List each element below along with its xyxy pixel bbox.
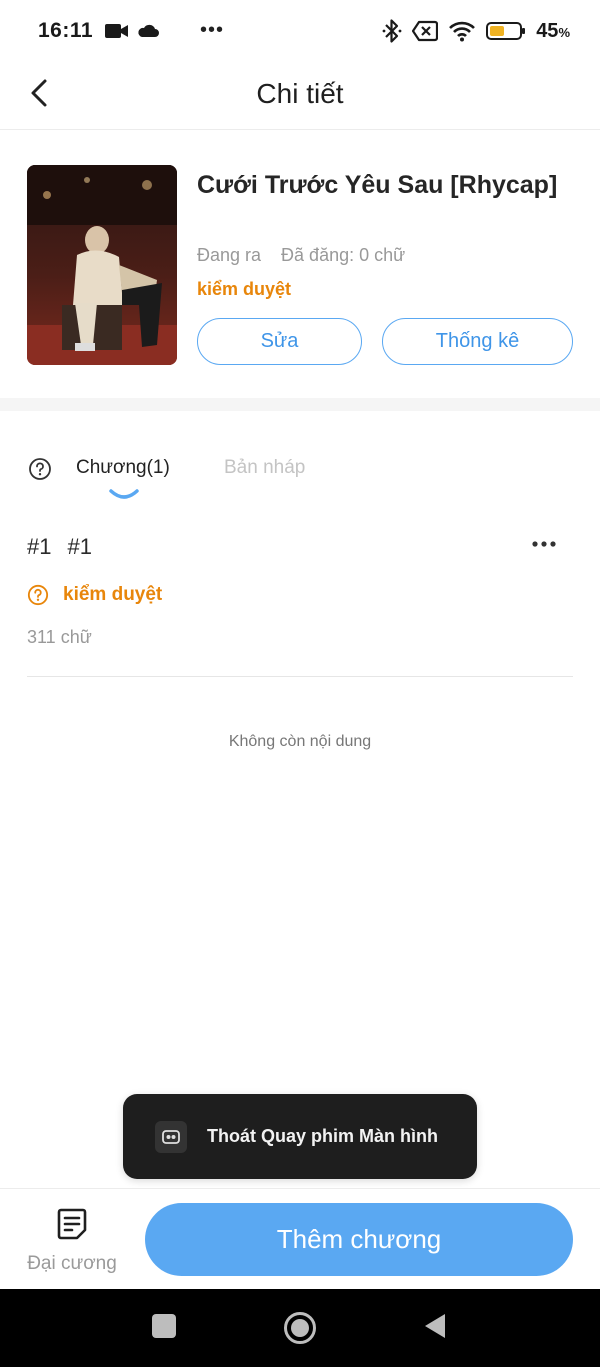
wifi-icon <box>449 21 476 42</box>
battery-icon <box>486 22 526 40</box>
page-title: Chi tiết <box>256 78 344 109</box>
book-title: Cưới Trước Yêu Sau [Rhycap] <box>197 171 558 199</box>
help-icon[interactable] <box>28 457 52 481</box>
recent-apps-icon[interactable] <box>150 1312 178 1340</box>
list-end-text: Không còn nội dung <box>228 733 372 750</box>
edit-button[interactable]: Sửa <box>197 318 362 365</box>
add-chapter-button[interactable]: Thêm chương <box>145 1203 573 1276</box>
tab-active-indicator <box>109 489 139 499</box>
tab-chapters[interactable]: Chương(1) <box>76 457 170 479</box>
chapter-word-count: 311 chữ <box>27 627 92 647</box>
more-notifications-icon: ••• <box>200 19 225 41</box>
chapter-number: #1 <box>27 534 52 559</box>
book-cover-image[interactable] <box>27 165 177 365</box>
tab-drafts[interactable]: Bản nháp <box>224 457 305 479</box>
cloud-icon <box>138 24 160 37</box>
screen-recording-toast[interactable]: Thoát Quay phim Màn hình <box>123 1094 477 1179</box>
book-review-status: kiểm duyệt <box>197 279 292 299</box>
chapter-review-label: kiểm duyệt <box>63 584 163 605</box>
outline-label: Đại cương <box>27 1253 117 1274</box>
book-status: Đang ra <box>197 245 262 265</box>
bottom-action-bar: Đại cương Thêm chương <box>0 1188 600 1289</box>
stats-button[interactable]: Thống kê <box>382 318 573 365</box>
chapter-title: #1 #1 <box>27 534 92 560</box>
document-icon <box>57 1208 87 1240</box>
no-sim-icon <box>412 20 439 42</box>
chapter-list-item[interactable]: #1 #1 kiểm duyệt 311 chữ <box>27 520 573 677</box>
question-circle-icon <box>27 584 49 606</box>
screen-recorder-icon <box>155 1120 187 1153</box>
book-meta: Đang ra Đã đăng: 0 chữ <box>197 245 405 266</box>
system-navigation-bar <box>0 1289 600 1367</box>
video-camera-icon <box>105 24 129 38</box>
battery-percent: 45% <box>536 19 570 42</box>
status-time: 16:11 <box>38 19 94 42</box>
bluetooth-icon <box>382 19 402 43</box>
back-nav-icon[interactable] <box>423 1312 447 1340</box>
book-published-count: Đã đăng: 0 chữ <box>281 245 406 265</box>
book-info-card: Cưới Trước Yêu Sau [Rhycap] Đang ra Đã đ… <box>0 130 600 398</box>
section-divider <box>0 398 600 411</box>
tab-bar: Chương(1) Bản nháp <box>0 440 600 510</box>
toast-text: Thoát Quay phim Màn hình <box>207 1126 438 1146</box>
outline-button[interactable]: Đại cương <box>22 1207 122 1275</box>
header: Chi tiết <box>0 62 600 130</box>
home-icon[interactable] <box>283 1311 317 1345</box>
more-options-icon[interactable] <box>529 534 559 560</box>
chapter-name: #1 <box>67 534 92 559</box>
chapter-review-status: kiểm duyệt <box>27 584 162 606</box>
